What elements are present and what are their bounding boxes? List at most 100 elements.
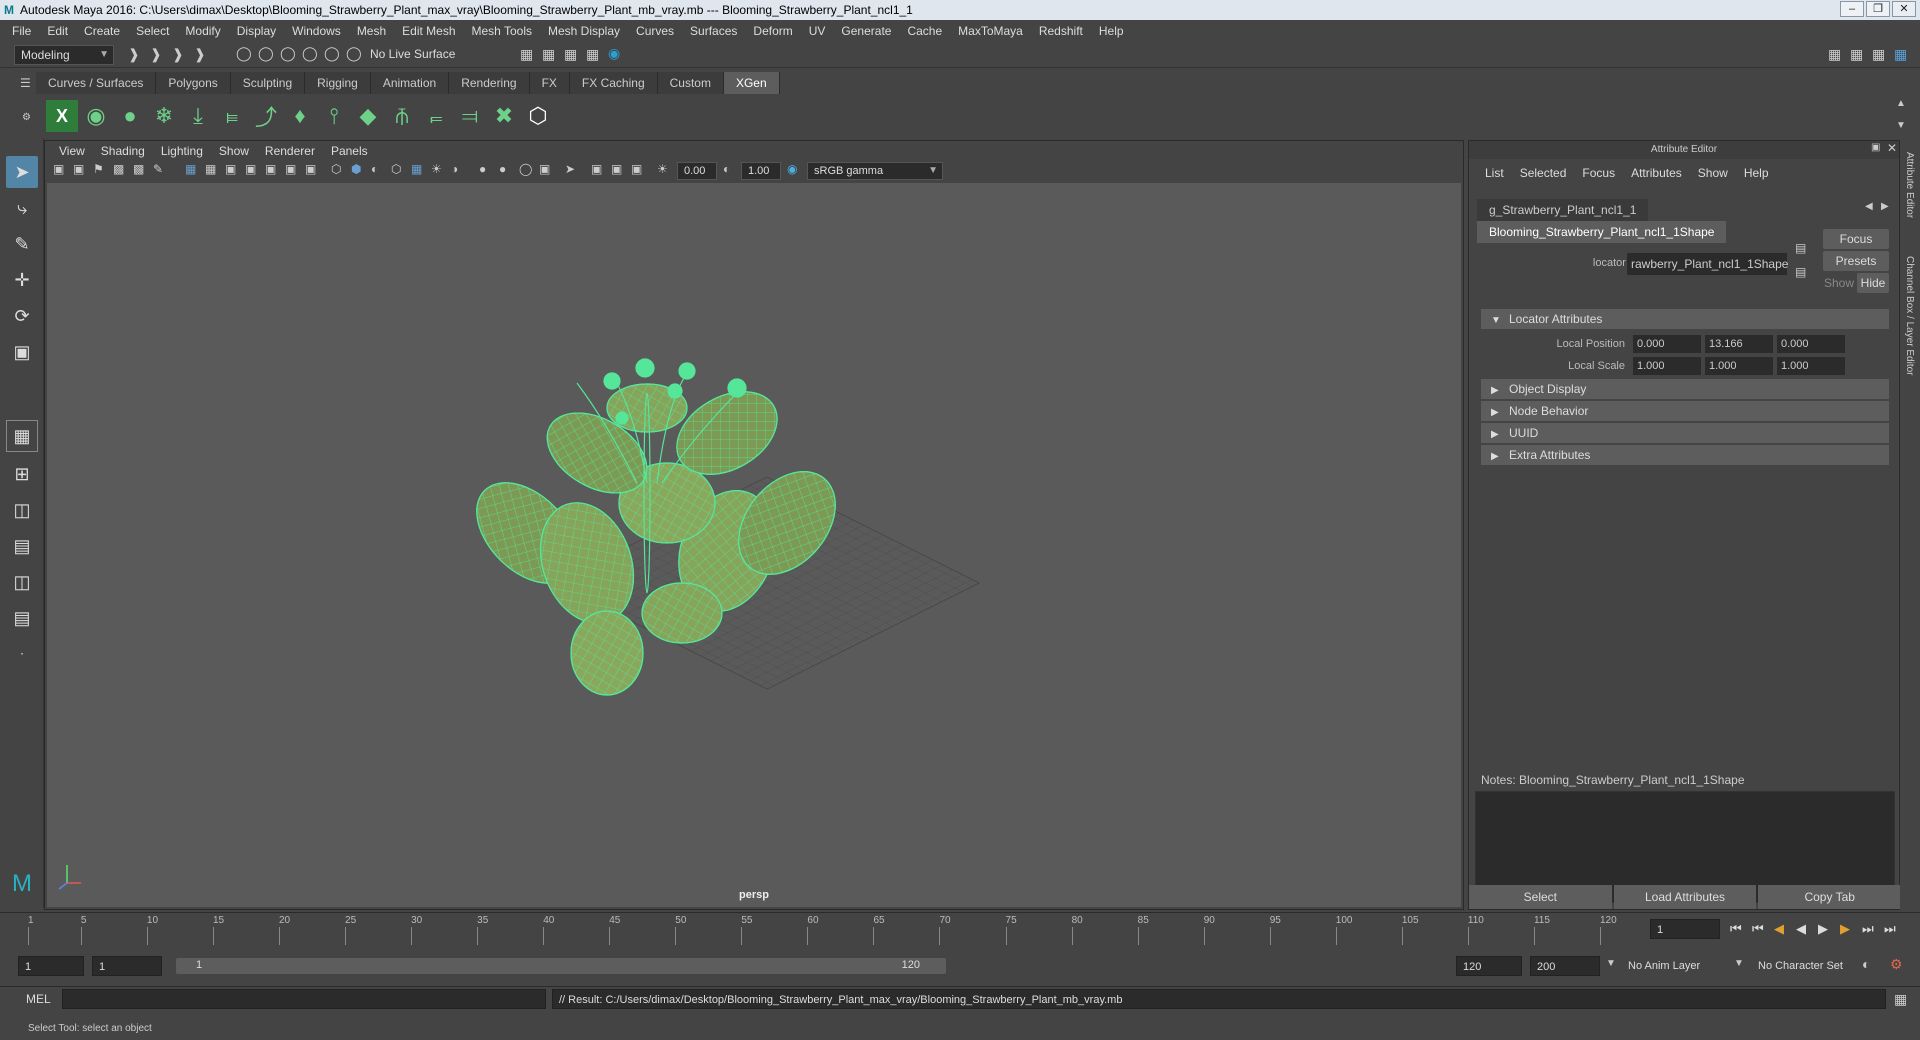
float-panel-icon[interactable]: ▣ (1871, 142, 1880, 153)
xgen-layers-icon[interactable]: ◆ (352, 100, 384, 132)
xgen-guide-bend-icon[interactable]: ⤴ (250, 100, 282, 132)
ae-menu-help[interactable]: Help (1736, 163, 1777, 183)
side-tab-attribute-editor[interactable]: Attribute Editor (1904, 152, 1915, 218)
toolbox-more-icon[interactable]: ⋅ (6, 638, 38, 670)
xgen-guide-length-icon[interactable]: ⫢ (216, 100, 248, 132)
go-to-start-icon[interactable]: ⏮ (1730, 921, 1742, 937)
live-surface-field[interactable]: No Live Surface (364, 45, 464, 65)
range-slider[interactable]: 1 120 (176, 958, 946, 974)
ae-menu-list[interactable]: List (1477, 163, 1512, 183)
image-plane-icon[interactable]: ▩ (113, 162, 124, 176)
ae-menu-selected[interactable]: Selected (1512, 163, 1575, 183)
xgen-editor-icon[interactable]: X (46, 100, 78, 132)
presets-button[interactable]: Presets (1823, 251, 1889, 271)
isolate-select-icon[interactable]: ➤ (565, 162, 575, 176)
save-scene-icon[interactable]: ❱ (194, 46, 206, 63)
tab-fx[interactable]: FX (529, 72, 570, 94)
tab-curves-surfaces[interactable]: Curves / Surfaces (36, 72, 157, 94)
step-back-frame-icon[interactable]: ⏮ (1752, 921, 1764, 937)
xgen-create-description-icon[interactable]: ● (114, 100, 146, 132)
view-transform-dropdown[interactable]: sRGB gamma ▼ (807, 162, 943, 180)
animation-end-field[interactable]: 200 (1530, 956, 1600, 976)
script-editor-icon[interactable]: ▦ (1894, 991, 1907, 1008)
xray-icon[interactable]: ▣ (591, 162, 602, 176)
use-all-lights-icon[interactable]: ☀ (431, 162, 442, 176)
shelf-menu-icon[interactable]: ☰ (20, 76, 31, 90)
hypershade-icon[interactable]: ◉ (608, 45, 620, 62)
menu-create[interactable]: Create (76, 20, 128, 42)
tab-rigging[interactable]: Rigging (305, 72, 371, 94)
menu-select[interactable]: Select (128, 20, 177, 42)
menu-uv[interactable]: UV (801, 20, 834, 42)
exposure-field[interactable]: 0.00 (677, 162, 717, 180)
tab-rendering[interactable]: Rendering (449, 72, 530, 94)
exposure-icon[interactable]: ☀ (657, 162, 668, 176)
menu-generate[interactable]: Generate (833, 20, 899, 42)
outliner-icon[interactable]: ▦ (1872, 46, 1885, 63)
default-material-icon[interactable]: ◐ (371, 162, 378, 176)
attribute-editor-toggle-icon[interactable]: ▦ (1894, 46, 1907, 63)
menu-mesh-tools[interactable]: Mesh Tools (464, 20, 540, 42)
ae-tab-transform[interactable]: g_Strawberry_Plant_ncl1_1 (1477, 199, 1649, 221)
new-scene-icon[interactable]: ❱ (150, 46, 162, 63)
section-extra-attributes[interactable]: ▶ Extra Attributes (1481, 445, 1889, 465)
close-icon[interactable]: ✕ (1887, 141, 1897, 155)
render-current-icon[interactable]: ▦ (542, 46, 555, 63)
select-output-icon[interactable]: ▤ (1795, 265, 1806, 279)
collapse-arrow-icon[interactable]: ❱ (128, 46, 140, 63)
mel-label[interactable]: MEL (26, 992, 51, 1006)
character-set-dropdown[interactable]: No Character Set (1752, 956, 1862, 976)
tab-polygons[interactable]: Polygons (156, 72, 231, 94)
step-back-key-icon[interactable]: ◀ (1774, 921, 1784, 937)
film-gate-icon[interactable]: ▦ (205, 162, 216, 176)
show-button[interactable]: Show (1823, 273, 1855, 293)
xgen-guides-icon[interactable]: ❄ (148, 100, 180, 132)
menu-mesh-display[interactable]: Mesh Display (540, 20, 628, 42)
current-frame-field[interactable]: 1 (1650, 919, 1720, 939)
xgen-rebuild-icon[interactable]: ⫚ (386, 100, 418, 132)
local-scale-z[interactable]: 1.000 (1777, 357, 1845, 375)
camera-lock-icon[interactable]: ▣ (73, 162, 84, 176)
local-position-y[interactable]: 13.166 (1705, 335, 1773, 353)
step-forward-frame-icon[interactable]: ⏭ (1862, 921, 1874, 937)
step-forward-key-icon[interactable]: ▶ (1840, 921, 1850, 937)
menu-maxtomaya[interactable]: MaxToMaya (950, 20, 1031, 42)
vp-menu-lighting[interactable]: Lighting (153, 141, 211, 161)
select-input-icon[interactable]: ▤ (1795, 241, 1806, 255)
xgen-groom-icon[interactable]: ⫭ (420, 100, 452, 132)
wireframe-on-shaded-icon[interactable]: ⬡ (391, 162, 401, 176)
preferences-icon[interactable]: ⚙ (1890, 956, 1903, 973)
xgen-interactive-groom-icon[interactable]: ⫤ (454, 100, 486, 132)
playback-end-field[interactable]: 120 (1456, 956, 1522, 976)
animation-start-field[interactable]: 1 (18, 956, 84, 976)
resolution-gate-icon[interactable]: ▣ (225, 162, 236, 176)
single-perspective-layout-icon[interactable]: ▦ (6, 420, 38, 452)
persp-graph-outliner-layout-icon[interactable]: ◫ (6, 566, 38, 598)
field-chart-icon[interactable]: ▣ (265, 162, 276, 176)
gamma-icon[interactable]: ◐ (723, 162, 730, 176)
tab-xgen[interactable]: XGen (723, 72, 780, 94)
select-by-object-icon[interactable]: ◯ (258, 45, 274, 62)
menu-edit-mesh[interactable]: Edit Mesh (394, 20, 463, 42)
play-forwards-icon[interactable]: ▶ (1818, 921, 1828, 937)
safe-title-icon[interactable]: ▣ (305, 162, 316, 176)
menu-surfaces[interactable]: Surfaces (682, 20, 745, 42)
lasso-tool-icon[interactable]: ⤷ (6, 192, 38, 224)
maximize-button[interactable]: ❐ (1866, 1, 1890, 17)
two-d-pan-icon[interactable]: ▩ (133, 162, 144, 176)
ae-menu-attributes[interactable]: Attributes (1623, 163, 1690, 183)
xgen-add-guide-icon[interactable]: ⤓ (182, 100, 214, 132)
open-scene-icon[interactable]: ❱ (172, 46, 184, 63)
menu-help[interactable]: Help (1091, 20, 1132, 42)
motion-blur-icon[interactable]: ● (499, 162, 506, 176)
bookmark-icon[interactable]: ⚑ (93, 162, 104, 176)
hypershade-layout-icon[interactable]: ▤ (6, 602, 38, 634)
menu-windows[interactable]: Windows (284, 20, 349, 42)
local-position-x[interactable]: 0.000 (1633, 335, 1701, 353)
depth-of-field-icon[interactable]: ▣ (539, 162, 550, 176)
gate-mask-icon[interactable]: ▣ (245, 162, 256, 176)
shelf-scroll-down-icon[interactable]: ▼ (1896, 120, 1906, 131)
menu-cache[interactable]: Cache (899, 20, 950, 42)
xgen-hex-icon[interactable]: ⬡ (522, 100, 554, 132)
close-button[interactable]: ✕ (1892, 1, 1916, 17)
